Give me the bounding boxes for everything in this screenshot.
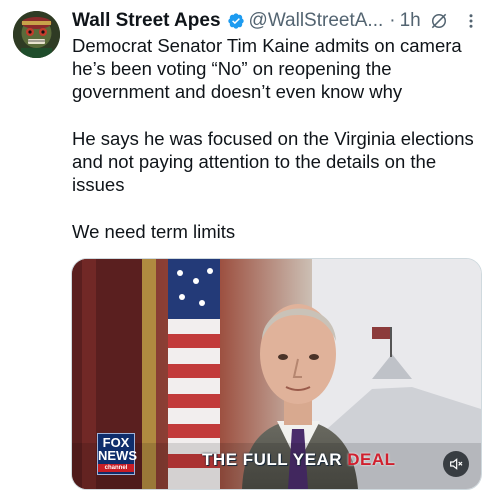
video-chyron: THE FULL YEAR DEAL — [202, 450, 396, 470]
tweet-header: Wall Street Apes @WallStreetA... · 1h — [72, 8, 482, 34]
chyron-text: THE FULL YEAR — [202, 450, 348, 469]
tweet-paragraph: We need term limits — [72, 221, 236, 242]
chyron-highlight: DEAL — [347, 450, 396, 469]
tweet-paragraph: He says he was focused on the Virginia e… — [72, 128, 479, 195]
video-player[interactable]: FOX NEWS channel THE FULL YEAR DEAL — [71, 258, 482, 490]
verified-badge-icon — [227, 13, 244, 29]
timestamp[interactable]: 1h — [400, 10, 421, 32]
ape-avatar-image — [13, 11, 60, 58]
more-options-icon[interactable] — [462, 12, 480, 30]
tweet-text: Democrat Senator Tim Kaine admits on cam… — [72, 34, 484, 267]
mute-button[interactable] — [443, 451, 469, 477]
separator-dot: · — [389, 10, 396, 31]
author-handle[interactable]: @WallStreetA... — [249, 10, 384, 32]
tweet-paragraph: Democrat Senator Tim Kaine admits on cam… — [72, 35, 467, 102]
avatar[interactable] — [13, 11, 60, 58]
author-name[interactable]: Wall Street Apes — [72, 10, 221, 32]
grok-icon[interactable] — [429, 11, 449, 31]
speaker-muted-icon — [450, 458, 463, 470]
fox-news-logo: FOX NEWS channel — [97, 433, 137, 475]
